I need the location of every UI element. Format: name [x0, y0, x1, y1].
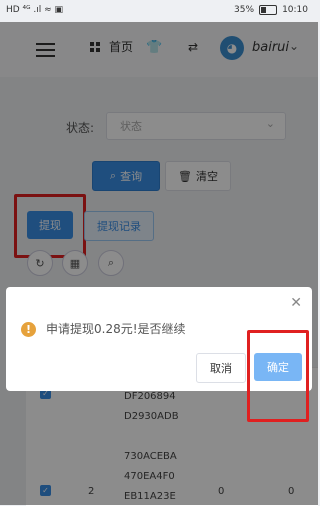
- battery-fill: [261, 7, 267, 13]
- status-icons: HD ⁴ᴳ .ıl ≈ ▣: [6, 5, 63, 15]
- close-icon[interactable]: ✕: [290, 295, 302, 311]
- modal-overlay: [0, 22, 318, 505]
- battery-percent: 35%: [234, 5, 255, 15]
- battery-icon: [259, 5, 278, 15]
- status-bar: HD ⁴ᴳ .ıl ≈ ▣ 35% 10:10: [0, 0, 318, 22]
- status-right: 35% 10:10: [234, 5, 308, 15]
- clock: 10:10: [282, 5, 308, 15]
- highlight-box-confirm: [247, 330, 309, 422]
- cancel-button[interactable]: 取消: [196, 353, 246, 383]
- dialog-message: 申请提现0.28元!是否继续: [46, 322, 186, 336]
- warning-icon: !: [21, 322, 36, 337]
- signal-wifi-icons: HD ⁴ᴳ .ıl ≈ ▣: [6, 5, 64, 15]
